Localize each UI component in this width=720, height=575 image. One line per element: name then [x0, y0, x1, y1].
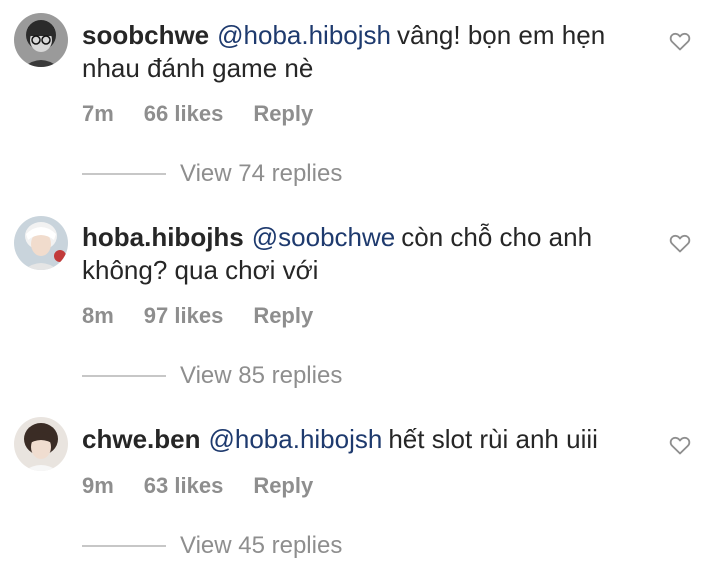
timestamp: 8m — [82, 303, 114, 328]
like-heart-icon[interactable] — [668, 231, 692, 255]
likes-count[interactable]: 63 likes — [144, 473, 224, 499]
divider-line — [82, 173, 166, 175]
username[interactable]: hoba.hibojhs — [82, 222, 244, 252]
likes-count[interactable]: 66 likes — [144, 101, 224, 127]
avatar[interactable] — [14, 216, 68, 270]
view-replies-button[interactable]: View 74 replies — [82, 160, 342, 188]
comment-item: soobchwe @hoba.hibojsh vâng! bọn em hẹn nh… — [0, 0, 720, 200]
view-replies-button[interactable]: View 85 replies — [82, 362, 342, 390]
comment-text: soobchwe @hoba.hibojsh vâng! bọn em hẹn nh… — [82, 19, 642, 85]
comment-meta: 9m 63 likes Reply — [82, 473, 313, 499]
timestamp: 7m — [82, 101, 114, 126]
mention[interactable]: @hoba.hibojsh — [217, 20, 391, 50]
comment-item: chwe.ben @hoba.hibojsh hết slot rùi anh ui… — [0, 400, 720, 575]
view-replies-label: View 85 replies — [180, 362, 343, 389]
like-heart-icon[interactable] — [668, 433, 692, 457]
reply-button[interactable]: Reply — [253, 473, 313, 499]
avatar[interactable] — [14, 417, 68, 471]
comment-text: chwe.ben @hoba.hibojsh hết slot rùi anh ui… — [82, 423, 642, 456]
timestamp: 9m — [82, 473, 114, 498]
view-replies-label: View 74 replies — [180, 160, 343, 187]
likes-count[interactable]: 97 likes — [144, 303, 224, 329]
username[interactable]: soobchwe — [82, 20, 209, 50]
avatar[interactable] — [14, 13, 68, 67]
comment-body: hết slot rùi anh uiii — [388, 424, 598, 454]
divider-line — [82, 545, 166, 547]
mention[interactable]: @hoba.hibojsh — [208, 424, 382, 454]
comment-meta: 7m 66 likes Reply — [82, 101, 313, 127]
comment-meta: 8m 97 likes Reply — [82, 303, 313, 329]
username[interactable]: chwe.ben — [82, 424, 200, 454]
reply-button[interactable]: Reply — [253, 303, 313, 329]
view-replies-label: View 45 replies — [180, 532, 343, 559]
like-heart-icon[interactable] — [668, 29, 692, 53]
mention[interactable]: @soobchwe — [252, 222, 395, 252]
reply-button[interactable]: Reply — [253, 101, 313, 127]
view-replies-button[interactable]: View 45 replies — [82, 532, 342, 560]
comment-item: hoba.hibojhs @soobchwe còn chỗ cho anh khô… — [0, 200, 720, 400]
comment-text: hoba.hibojhs @soobchwe còn chỗ cho anh khô… — [82, 221, 642, 287]
divider-line — [82, 375, 166, 377]
